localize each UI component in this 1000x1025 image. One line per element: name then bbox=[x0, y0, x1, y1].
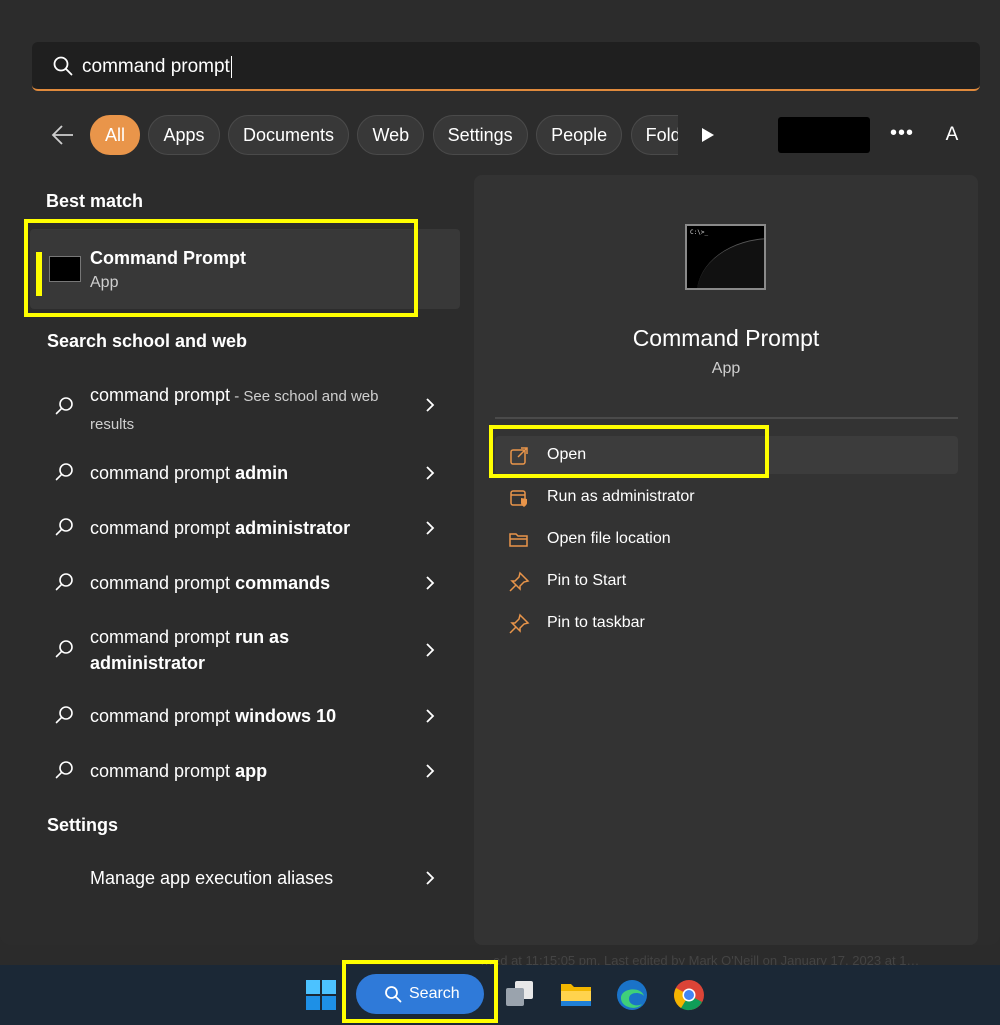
highlight-box-open bbox=[489, 425, 769, 478]
search-box[interactable]: command prompt bbox=[32, 42, 980, 91]
highlight-box-search bbox=[342, 960, 498, 1023]
web-result[interactable]: command prompt commands bbox=[40, 570, 450, 596]
highlight-box-best-match bbox=[24, 219, 418, 317]
detail-pane bbox=[474, 175, 978, 945]
web-result-label: command prompt run as administrator bbox=[90, 624, 320, 676]
web-result-label: command prompt - See school and web resu… bbox=[90, 382, 410, 438]
best-match-heading: Best match bbox=[46, 191, 144, 211]
more-options-button[interactable]: ••• bbox=[890, 122, 914, 145]
taskbar bbox=[0, 965, 1000, 1025]
search-icon bbox=[54, 461, 76, 488]
chevron-right-icon bbox=[424, 520, 436, 541]
chip-apps[interactable]: Apps bbox=[148, 115, 220, 155]
chrome-browser-icon[interactable] bbox=[672, 978, 706, 1017]
web-result[interactable]: command prompt admin bbox=[40, 460, 450, 486]
search-icon bbox=[54, 704, 76, 731]
web-result-label: command prompt app bbox=[90, 758, 410, 784]
action-pin-to-start[interactable]: Pin to Start bbox=[508, 567, 948, 597]
pin-icon bbox=[508, 613, 530, 640]
detail-subtitle: App bbox=[711, 360, 741, 377]
icon-gloss bbox=[697, 238, 764, 288]
web-result[interactable]: command prompt - See school and web resu… bbox=[40, 380, 450, 436]
chevron-right-icon bbox=[424, 397, 436, 418]
web-section-heading: Search school and web bbox=[47, 331, 248, 351]
file-explorer-icon[interactable] bbox=[559, 978, 593, 1015]
action-open-file-location[interactable]: Open file location bbox=[508, 525, 948, 555]
chevron-right-icon bbox=[424, 465, 436, 486]
filter-chips: All Apps Documents Web Settings People F… bbox=[90, 115, 678, 157]
chevron-right-icon bbox=[424, 870, 436, 891]
web-result[interactable]: command prompt app bbox=[40, 758, 450, 784]
redacted-area bbox=[778, 117, 870, 153]
web-result-label: command prompt administrator bbox=[90, 515, 410, 541]
chip-documents[interactable]: Documents bbox=[227, 115, 349, 155]
search-input-text: command prompt bbox=[82, 56, 230, 78]
result-query: command prompt bbox=[90, 463, 236, 483]
chip-settings[interactable]: Settings bbox=[432, 115, 528, 155]
chevron-right-icon bbox=[424, 763, 436, 784]
windows-start-icon[interactable] bbox=[305, 979, 337, 1016]
divider bbox=[495, 417, 958, 419]
result-query-bold: commands bbox=[235, 573, 331, 593]
web-result[interactable]: command prompt run as administrator bbox=[40, 624, 450, 678]
result-query: command prompt bbox=[90, 627, 236, 647]
search-icon bbox=[54, 759, 76, 786]
scroll-right-icon[interactable] bbox=[700, 126, 716, 149]
result-query: command prompt bbox=[90, 761, 236, 781]
detail-title: Command Prompt bbox=[632, 325, 820, 351]
account-avatar[interactable]: A bbox=[937, 120, 967, 150]
settings-result[interactable]: Manage app execution aliases bbox=[40, 865, 450, 891]
chevron-right-icon bbox=[424, 708, 436, 729]
action-label: Pin to Start bbox=[547, 572, 627, 589]
web-result-label: command prompt windows 10 bbox=[90, 703, 410, 729]
task-view-icon[interactable] bbox=[503, 978, 535, 1015]
command-prompt-large-icon: C:\>_ bbox=[685, 224, 766, 290]
settings-result-label: Manage app execution aliases bbox=[90, 868, 334, 888]
search-input[interactable]: command prompt bbox=[82, 56, 232, 78]
action-label: Open file location bbox=[547, 530, 671, 547]
chevron-right-icon bbox=[424, 575, 436, 596]
search-icon bbox=[54, 395, 76, 422]
result-query: command prompt bbox=[90, 518, 236, 538]
search-icon bbox=[54, 638, 76, 665]
search-icon bbox=[52, 55, 74, 82]
edge-browser-icon[interactable] bbox=[615, 978, 649, 1017]
chip-all[interactable]: All bbox=[90, 115, 141, 155]
result-query-bold: admin bbox=[235, 463, 289, 483]
chip-people[interactable]: People bbox=[536, 115, 623, 155]
result-query-bold: app bbox=[235, 761, 268, 781]
result-query: command prompt bbox=[90, 573, 236, 593]
action-pin-to-taskbar[interactable]: Pin to taskbar bbox=[508, 609, 948, 639]
action-label: Run as administrator bbox=[547, 488, 695, 505]
text-caret bbox=[230, 56, 232, 78]
action-run-as-admin[interactable]: Run as administrator bbox=[508, 483, 948, 513]
run-as-admin-icon bbox=[508, 487, 530, 514]
chevron-right-icon bbox=[424, 642, 436, 663]
result-query: command prompt bbox=[90, 706, 236, 726]
result-query: command prompt bbox=[90, 385, 231, 405]
search-icon bbox=[54, 571, 76, 598]
search-icon bbox=[54, 516, 76, 543]
settings-section-heading: Settings bbox=[47, 815, 119, 835]
web-result[interactable]: command prompt administrator bbox=[40, 515, 450, 541]
result-query-bold: administrator bbox=[235, 518, 351, 538]
web-result[interactable]: command prompt windows 10 bbox=[40, 703, 450, 729]
result-query-bold: windows 10 bbox=[235, 706, 337, 726]
back-arrow-icon[interactable] bbox=[50, 122, 76, 153]
pin-icon bbox=[508, 571, 530, 598]
folder-icon bbox=[508, 529, 530, 556]
icon-prompt-text: C:\>_ bbox=[690, 229, 709, 236]
action-label: Pin to taskbar bbox=[547, 614, 645, 631]
chip-web[interactable]: Web bbox=[357, 115, 425, 155]
web-result-label: command prompt commands bbox=[90, 570, 410, 596]
web-result-label: command prompt admin bbox=[90, 460, 410, 486]
chip-folders[interactable]: Folders bbox=[630, 115, 678, 155]
